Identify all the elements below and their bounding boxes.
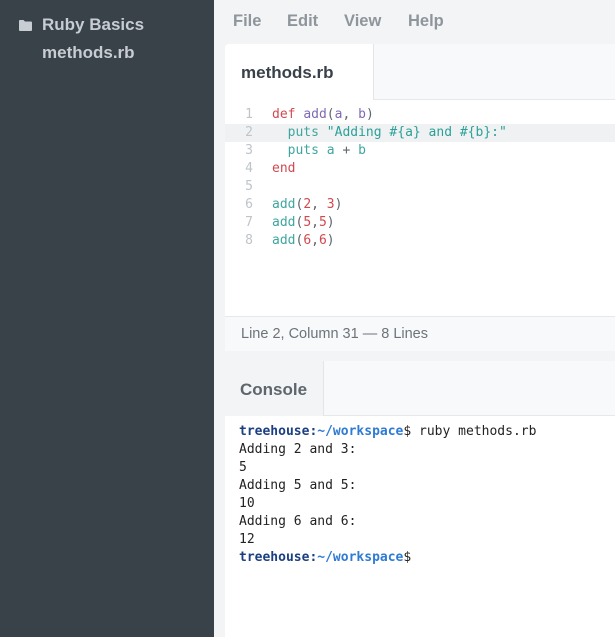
terminal-output-line: 10	[239, 495, 609, 513]
console-tab-label: Console	[240, 380, 308, 399]
terminal-output-line: 12	[239, 531, 609, 549]
terminal-text: 5	[239, 460, 247, 475]
console-panel: Console treehouse:~/workspace$ ruby meth…	[225, 361, 615, 637]
code-token: end	[272, 161, 296, 176]
code-line[interactable]: 8 add(6,6)	[225, 232, 615, 250]
line-number: 2	[245, 125, 253, 140]
cursor-status: Line 2, Column 31 — 8 Lines	[241, 326, 428, 342]
code-token: (	[326, 107, 335, 122]
code-line[interactable]: 5	[225, 178, 615, 196]
code-token: 6	[303, 233, 312, 248]
code-token: )	[365, 107, 374, 122]
code-text: add(6,6)	[272, 232, 335, 250]
code-token: add	[303, 107, 327, 122]
code-text: puts a + b	[272, 142, 366, 160]
tab-label: methods.rb	[241, 63, 334, 82]
terminal-text: 10	[239, 496, 255, 511]
code-token: 3	[326, 197, 335, 212]
line-number: 7	[245, 215, 253, 230]
code-token: def	[272, 107, 304, 122]
code-token: )	[334, 197, 343, 212]
code-token: puts	[272, 125, 327, 140]
code-line[interactable]: 2 puts "Adding #{a} and #{b}:"	[225, 124, 615, 142]
code-token: b	[358, 107, 366, 122]
file-sidebar: Ruby Basics methods.rb	[0, 0, 214, 637]
tab-methods-rb[interactable]: methods.rb	[225, 44, 374, 100]
terminal-text: $ ruby methods.rb	[403, 424, 537, 439]
terminal-prompt-line: treehouse:~/workspace$ ruby methods.rb	[239, 423, 609, 441]
line-number: 5	[245, 179, 253, 194]
code-text: puts "Adding #{a} and #{b}:"	[272, 124, 507, 142]
code-token: add	[272, 233, 296, 248]
line-number: 3	[245, 143, 253, 158]
code-token: ,	[311, 233, 319, 248]
prompt-host: treehouse:	[239, 424, 318, 439]
terminal-output-line: 5	[239, 459, 609, 477]
code-line[interactable]: 7 add(5,5)	[225, 214, 615, 232]
code-line[interactable]: 1 def add(a, b)	[225, 106, 615, 124]
line-number: 4	[245, 161, 253, 176]
code-token: ,	[342, 107, 359, 122]
terminal-text: Adding 5 and 5:	[239, 478, 357, 493]
editor-tab-bar: methods.rb	[225, 44, 615, 100]
prompt-path: ~/workspace	[317, 424, 404, 439]
code-token: )	[326, 215, 335, 230]
menu-help[interactable]: Help	[408, 12, 444, 31]
terminal-text: $	[403, 550, 412, 565]
code-token: "Adding #{a} and #{b}:"	[326, 125, 507, 140]
code-token: )	[326, 233, 335, 248]
terminal-prompt-line: treehouse:~/workspace$	[239, 549, 609, 567]
terminal-text: Adding 2 and 3:	[239, 442, 357, 457]
code-token: add	[272, 215, 296, 230]
menu-edit[interactable]: Edit	[287, 12, 318, 31]
terminal-output[interactable]: treehouse:~/workspace$ ruby methods.rb Ad…	[239, 423, 609, 567]
prompt-path: ~/workspace	[317, 550, 404, 565]
code-text: end	[272, 160, 295, 178]
prompt-host: treehouse:	[239, 550, 318, 565]
code-token: ,	[311, 215, 319, 230]
menu-bar: File Edit View Help	[214, 0, 615, 44]
code-line[interactable]: 6 add(2, 3)	[225, 196, 615, 214]
sidebar-file-methods-rb[interactable]: methods.rb	[42, 43, 135, 63]
code-token: 2	[303, 197, 312, 212]
terminal-output-line: Adding 2 and 3:	[239, 441, 609, 459]
terminal-output-line: Adding 5 and 5:	[239, 477, 609, 495]
terminal-text: 12	[239, 532, 255, 547]
project-folder[interactable]: Ruby Basics	[19, 14, 144, 36]
code-text: add(2, 3)	[272, 196, 342, 214]
console-tab-bar: Console	[225, 361, 615, 416]
code-token: add	[272, 197, 296, 212]
folder-icon	[19, 19, 32, 31]
code-token: ,	[311, 197, 327, 212]
code-token: 5	[318, 215, 327, 230]
line-number: 8	[245, 233, 253, 248]
line-number: 1	[245, 107, 253, 122]
code-area[interactable]: 1 def add(a, b) 2 puts "Adding #{a} and #{…	[225, 106, 615, 250]
menu-view[interactable]: View	[344, 12, 381, 31]
terminal-output-line: Adding 6 and 6:	[239, 513, 609, 531]
line-number: 6	[245, 197, 253, 212]
tab-console[interactable]: Console	[225, 361, 324, 416]
code-token: 5	[303, 215, 312, 230]
code-token: b	[350, 143, 366, 158]
code-text: def add(a, b)	[272, 106, 374, 124]
project-name: Ruby Basics	[42, 15, 145, 34]
code-editor: methods.rb 1 def add(a, b) 2 puts "Adding …	[225, 44, 615, 351]
menu-file[interactable]: File	[233, 12, 261, 31]
code-token: 6	[318, 233, 327, 248]
code-token: puts a	[272, 143, 343, 158]
code-line[interactable]: 4 end	[225, 160, 615, 178]
terminal-text: Adding 6 and 6:	[239, 514, 357, 529]
editor-status-bar: Line 2, Column 31 — 8 Lines	[225, 316, 615, 351]
code-line[interactable]: 3 puts a + b	[225, 142, 615, 160]
code-text: add(5,5)	[272, 214, 335, 232]
